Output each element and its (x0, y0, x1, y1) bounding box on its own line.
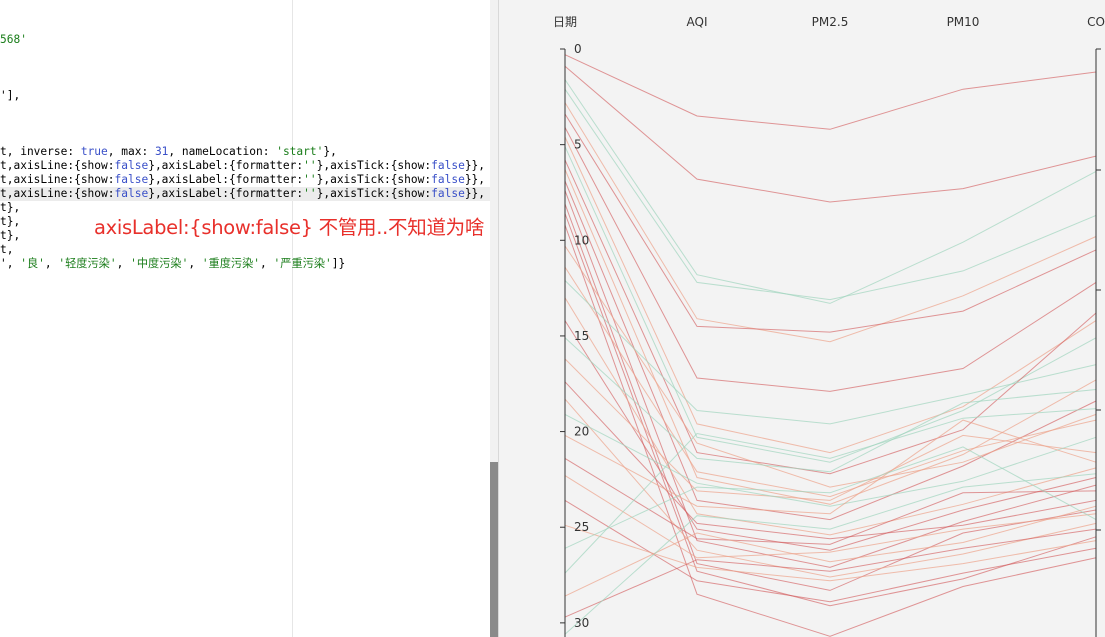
code-token: },axisTick:{show: (316, 187, 432, 200)
code-token: },axisLabel:{formatter: (148, 159, 304, 172)
code-token: ]} (331, 257, 346, 270)
code-token: '轻度污染' (58, 257, 117, 270)
code-token: '' (303, 159, 317, 172)
code-token: '], (0, 89, 21, 102)
code-token: }}, (464, 187, 486, 200)
series-line (564, 127, 1097, 392)
code-token: },axisLabel:{formatter: (148, 173, 304, 186)
code-token: false (114, 159, 149, 172)
axis-name: PM2.5 (812, 15, 849, 29)
code-token: , (116, 257, 131, 270)
code-token: false (431, 159, 465, 172)
series-line (564, 159, 1097, 475)
axis-name: CO (1087, 15, 1105, 29)
code-token: t}, (0, 201, 21, 214)
code-token: , (44, 257, 59, 270)
code-token: , nameLocation: (168, 145, 277, 158)
code-token: 568' (0, 33, 27, 46)
code-token: 31 (154, 145, 169, 158)
series-line (564, 528, 1097, 618)
code-token: '重度污染' (201, 257, 261, 270)
series-line (564, 79, 1097, 304)
code-token: '良' (20, 257, 45, 270)
date-tick-label: 15 (574, 329, 589, 343)
annotation-text: axisLabel:{show:false} 不管用..不知道为啥 (94, 216, 485, 239)
code-token: '' (303, 187, 317, 200)
axis-name: PM10 (947, 15, 980, 29)
code-line: t,axisLine:{show:false},axisLabel:{forma… (0, 173, 485, 187)
date-tick-label: 10 (574, 233, 589, 247)
axis-name: 日期 (553, 15, 577, 29)
code-token: t,axisLine:{show: (0, 173, 115, 186)
code-token: true (80, 145, 108, 158)
code-token: false (114, 173, 149, 186)
date-tick-label: 5 (574, 138, 582, 152)
series-line (564, 475, 1097, 559)
code-token: },axisTick:{show: (316, 173, 432, 186)
series-line (564, 65, 1097, 203)
code-token: t, (0, 243, 14, 256)
code-token: }}, (464, 159, 486, 172)
code-line: 568' (0, 33, 27, 47)
code-line: t,axisLine:{show:false},axisLabel:{forma… (0, 187, 490, 201)
series-line (564, 297, 1097, 536)
chart-svg: 日期 AQI PM2.5 PM10 CO 0 5 10 15 20 25 30 (553, 15, 1105, 637)
code-line: t}, (0, 201, 20, 215)
scrollbar-thumb[interactable] (490, 462, 498, 637)
code-token: false (114, 187, 149, 200)
code-line: '], (0, 89, 20, 103)
code-line: t}, (0, 215, 20, 229)
code-token: t}, (0, 229, 21, 242)
code-token: }, (323, 145, 337, 158)
code-line: ', '良', '轻度污染', '中度污染', '重度污染', '严重污染']} (0, 257, 345, 271)
axis-name: AQI (687, 15, 708, 29)
code-token: false (431, 187, 465, 200)
code-token: , (260, 257, 274, 270)
series-line (564, 54, 1097, 130)
code-token: t,axisLine:{show: (0, 187, 115, 200)
code-token: '中度污染' (130, 257, 189, 270)
code-token: },axisTick:{show: (316, 159, 432, 172)
editor-divider (292, 0, 293, 637)
code-line: t, inverse: true, max: 31, nameLocation:… (0, 145, 337, 159)
date-tick-label: 30 (574, 616, 589, 630)
code-token: t, inverse: (0, 145, 81, 158)
series-line (564, 88, 1097, 301)
series-line (564, 136, 1097, 454)
date-tick-label: 25 (574, 520, 589, 534)
code-line: t, (0, 243, 13, 257)
code-token: '' (303, 173, 317, 186)
date-tick-label: 0 (574, 42, 582, 56)
series-line (564, 337, 1097, 473)
code-token: ', (0, 257, 21, 270)
code-token: , max: (107, 145, 155, 158)
code-token: '严重污染' (273, 257, 332, 270)
code-line: t}, (0, 229, 20, 243)
code-token: , (188, 257, 202, 270)
parallel-chart[interactable]: 日期 AQI PM2.5 PM10 CO 0 5 10 15 20 25 30 (499, 0, 1105, 637)
code-line: t,axisLine:{show:false},axisLabel:{forma… (0, 159, 485, 173)
code-token: 'start' (276, 145, 324, 158)
series-line (564, 381, 1097, 540)
series-line (564, 524, 1097, 582)
date-tick-label: 20 (574, 425, 589, 439)
series-line (564, 245, 1097, 488)
code-token: t,axisLine:{show: (0, 159, 115, 172)
series-line (564, 180, 1097, 521)
code-token: t}, (0, 215, 21, 228)
code-editor[interactable]: 568' '], t, inverse: true, max: 31, nameLo… (0, 0, 490, 637)
series-line (564, 146, 1097, 463)
code-token: },axisLabel:{formatter: (148, 187, 304, 200)
code-token: false (431, 173, 465, 186)
series-line (564, 102, 1097, 343)
code-token: }}, (464, 173, 486, 186)
